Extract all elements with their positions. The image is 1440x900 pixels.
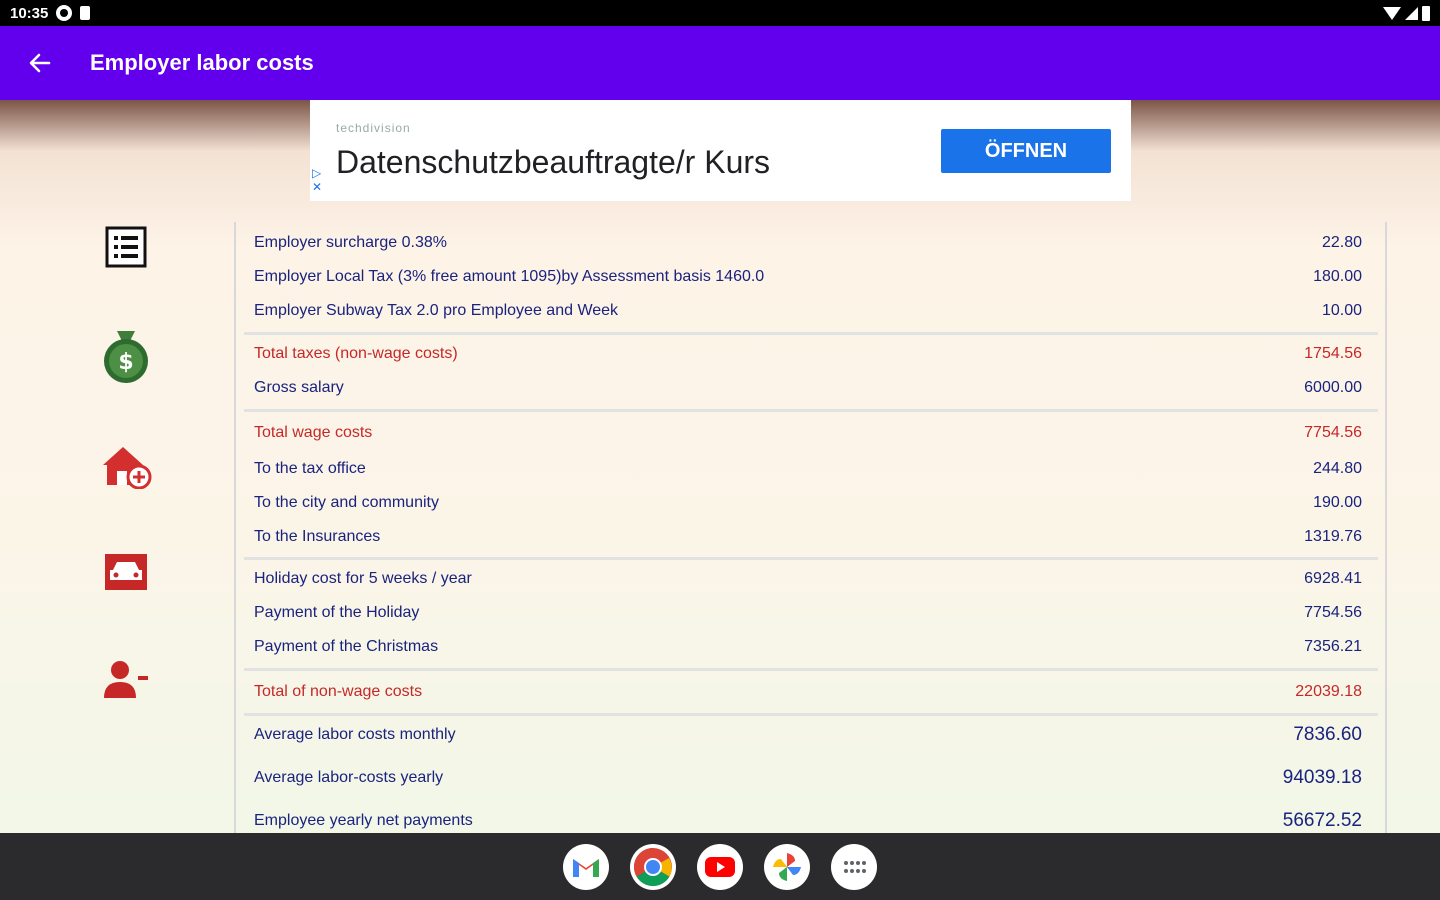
divider bbox=[244, 409, 1378, 412]
table-row: To the Insurances 1319.76 bbox=[254, 528, 1362, 545]
house-add-icon[interactable] bbox=[97, 436, 155, 494]
sim-card-icon bbox=[80, 6, 91, 20]
photos-icon[interactable] bbox=[764, 843, 810, 890]
table-row: Total wage costs 7754.56 bbox=[254, 424, 1362, 441]
table-row: Payment of the Christmas 7356.21 bbox=[254, 638, 1362, 655]
table-row: Employee yearly net payments 56672.52 bbox=[254, 810, 1362, 831]
divider bbox=[244, 557, 1378, 560]
table-row: Employer Local Tax (3% free amount 1095)… bbox=[254, 268, 1362, 285]
divider bbox=[244, 332, 1378, 335]
table-row: To the tax office 244.80 bbox=[254, 460, 1362, 477]
cost-table: Employer surcharge 0.38% 22.80 Employer L… bbox=[234, 222, 1387, 833]
status-bar: 10:35 bbox=[0, 0, 1440, 26]
person-remove-icon[interactable] bbox=[97, 650, 155, 708]
ad-sponsor: techdivision bbox=[336, 121, 411, 135]
signal-icon bbox=[1405, 6, 1418, 20]
back-button[interactable] bbox=[10, 33, 70, 93]
page-title: Employer labor costs bbox=[90, 50, 314, 75]
gmail-icon[interactable] bbox=[563, 843, 609, 890]
status-time: 10:35 bbox=[10, 4, 49, 22]
chrome-icon[interactable] bbox=[630, 843, 676, 890]
youtube-icon[interactable] bbox=[697, 843, 743, 890]
table-row: Gross salary 6000.00 bbox=[254, 379, 1362, 396]
app-bar: Employer labor costs bbox=[0, 26, 1440, 100]
table-row: Employer surcharge 0.38% 22.80 bbox=[254, 234, 1362, 251]
battery-icon bbox=[1422, 5, 1430, 21]
money-bag-icon[interactable]: $ bbox=[97, 326, 155, 384]
ad-banner[interactable]: techdivision Datenschutzbeauftragte/r Ku… bbox=[310, 100, 1131, 201]
table-row: Holiday cost for 5 weeks / year 6928.41 bbox=[254, 570, 1362, 587]
list-icon[interactable] bbox=[97, 218, 155, 276]
table-row: Average labor costs monthly 7836.60 bbox=[254, 724, 1362, 745]
taskbar-dock bbox=[0, 833, 1440, 900]
table-row: To the city and community 190.00 bbox=[254, 494, 1362, 511]
table-row: Employer Subway Tax 2.0 pro Employee and… bbox=[254, 302, 1362, 319]
ad-headline[interactable]: Datenschutzbeauftragte/r Kurs bbox=[336, 144, 770, 181]
table-row: Total of non-wage costs 22039.18 bbox=[254, 683, 1362, 700]
ad-open-button[interactable]: ÖFFNEN bbox=[941, 129, 1111, 173]
wifi-icon bbox=[1383, 6, 1401, 20]
apps-icon[interactable] bbox=[831, 843, 877, 890]
table-row: Average labor-costs yearly 94039.18 bbox=[254, 767, 1362, 788]
table-row: Payment of the Holiday 7754.56 bbox=[254, 604, 1362, 621]
content-area: techdivision Datenschutzbeauftragte/r Ku… bbox=[0, 100, 1440, 833]
divider bbox=[244, 713, 1378, 716]
table-row: Total taxes (non-wage costs) 1754.56 bbox=[254, 345, 1362, 362]
ad-choices-icon[interactable]: ▷ ✕ bbox=[312, 166, 322, 194]
arrow-left-icon bbox=[29, 53, 51, 73]
divider bbox=[244, 668, 1378, 671]
notification-icon bbox=[56, 5, 73, 21]
svg-text:$: $ bbox=[118, 350, 133, 375]
car-icon[interactable] bbox=[97, 543, 155, 601]
